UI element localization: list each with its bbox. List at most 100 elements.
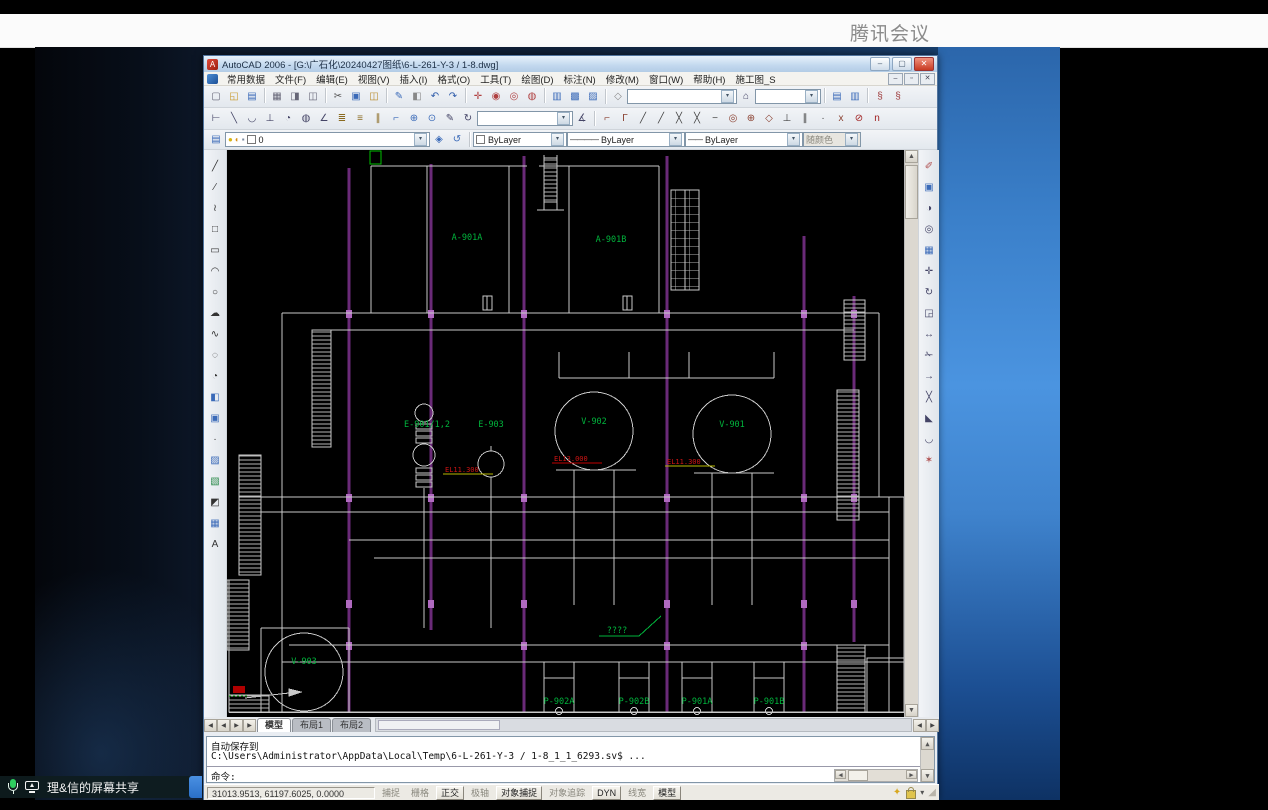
menu-tools[interactable]: 工具(T) [475, 72, 516, 86]
title-bar[interactable]: A AutoCAD 2006 - [G:\广石化\20240427图纸\6-L-… [204, 56, 937, 72]
snap-intersection-button[interactable]: ╳ [670, 110, 688, 128]
ellipse-button[interactable]: ◌ [205, 345, 225, 366]
arc-button[interactable]: ◠ [205, 261, 225, 282]
menu-window[interactable]: 窗口(W) [644, 72, 688, 86]
command-horizontal-scrollbar[interactable]: ◀ ▶ [834, 769, 918, 782]
stretch-button[interactable]: ↔ [919, 324, 939, 345]
markup-set-manager-button[interactable]: § [871, 88, 889, 106]
scrollbar-thumb[interactable] [848, 770, 868, 781]
mirror-button[interactable]: ◑ [919, 198, 939, 219]
explode-button[interactable]: ✶ [919, 450, 939, 471]
tolerance-button[interactable]: ⊕ [405, 110, 423, 128]
snap-extension-button[interactable]: − [706, 110, 724, 128]
dim-baseline-button[interactable]: ≡ [351, 110, 369, 128]
scroll-down-icon[interactable]: ▼ [921, 769, 934, 782]
match-properties-button[interactable]: ✎ [390, 88, 408, 106]
menu-construction-drawing[interactable]: 施工图_S [730, 72, 780, 86]
snap-tangent-button[interactable]: ◇ [760, 110, 778, 128]
scroll-up-icon[interactable]: ▲ [921, 737, 934, 750]
tool-palettes-button[interactable]: ▨ [584, 88, 602, 106]
array-button[interactable]: ▦ [919, 240, 939, 261]
scale-button[interactable]: ◲ [919, 303, 939, 324]
menu-draw[interactable]: 绘图(D) [516, 72, 558, 86]
cut-button[interactable]: ✂ [329, 88, 347, 106]
polyline-button[interactable]: ≀ [205, 198, 225, 219]
properties-button[interactable]: ▥ [548, 88, 566, 106]
trim-button[interactable]: ✁ [919, 345, 939, 366]
dim-radius-button[interactable]: ◔ [279, 110, 297, 128]
zoom-window-button[interactable]: ◎ [505, 88, 523, 106]
dim-style-manager-button[interactable]: ∡ [573, 110, 591, 128]
snap-perpendicular-button[interactable]: ⊥ [778, 110, 796, 128]
menu-format[interactable]: 格式(O) [432, 72, 475, 86]
make-block-button[interactable]: ▣ [205, 408, 225, 429]
quick-dimension-button[interactable]: ≣ [333, 110, 351, 128]
toggle-polar[interactable]: 极轴 [467, 787, 493, 799]
toggle-otrack[interactable]: 对象追踪 [545, 787, 589, 799]
layer-states-button[interactable]: ▤ [828, 88, 846, 106]
spline-button[interactable]: ∿ [205, 324, 225, 345]
redo-button[interactable]: ↷ [444, 88, 462, 106]
snap-none-button[interactable]: ⊘ [850, 110, 868, 128]
open-button[interactable]: ◱ [225, 88, 243, 106]
circle-button[interactable]: ○ [205, 282, 225, 303]
dim-diameter-button[interactable]: ◍ [297, 110, 315, 128]
dim-continue-button[interactable]: ∥ [369, 110, 387, 128]
mdi-minimize-button[interactable]: – [888, 73, 903, 85]
scroll-up-icon[interactable]: ▲ [905, 150, 918, 163]
toggle-lineweight[interactable]: 线宽 [624, 787, 650, 799]
offset-button[interactable]: ◎ [919, 219, 939, 240]
pan-button[interactable]: ✛ [469, 88, 487, 106]
revision-cloud-button[interactable]: ☁ [205, 303, 225, 324]
osnap-settings-button[interactable]: n [868, 110, 886, 128]
extend-button[interactable]: → [919, 366, 939, 387]
menu-common-data[interactable]: 常用数据 [222, 72, 270, 86]
snap-center-button[interactable]: ◎ [724, 110, 742, 128]
toggle-ortho[interactable]: 正交 [436, 786, 464, 800]
new-button[interactable]: ▢ [207, 88, 225, 106]
dim-edit-button[interactable]: ✎ [441, 110, 459, 128]
status-menu-arrow-icon[interactable]: ▾ [920, 788, 924, 797]
snap-nearest-button[interactable]: x [832, 110, 850, 128]
region-button[interactable]: ◩ [205, 492, 225, 513]
scroll-left-icon[interactable]: ◀ [835, 770, 846, 779]
dim-ordinate-button[interactable]: ⊥ [261, 110, 279, 128]
construction-line-button[interactable]: ∕ [205, 177, 225, 198]
toggle-snap[interactable]: 捕捉 [378, 787, 404, 799]
toggle-dyn[interactable]: DYN [592, 786, 621, 800]
fillet-button[interactable]: ◡ [919, 429, 939, 450]
plot-preview-button[interactable]: ◨ [286, 88, 304, 106]
scroll-right-icon[interactable]: ▶ [906, 770, 917, 779]
layer-previous-button[interactable]: ↺ [448, 131, 466, 149]
menu-edit[interactable]: 编辑(E) [311, 72, 353, 86]
dim-angular-button[interactable]: ∠ [315, 110, 333, 128]
tab-next-icon[interactable]: ▶ [230, 719, 243, 732]
resize-grip[interactable]: ◢ [928, 787, 936, 798]
drawing-canvas[interactable]: A-901A A-901B E-901/1,2 E-903 V-902 V-90… [227, 150, 904, 717]
ellipse-arc-button[interactable]: ◔ [205, 366, 225, 387]
multiline-text-button[interactable]: A [205, 534, 225, 555]
linetype-combo[interactable]: ———— ByLayer ▾ [567, 132, 685, 147]
gradient-button[interactable]: ▧ [205, 471, 225, 492]
tab-last-icon[interactable]: ▶ [243, 719, 256, 732]
layer-combo[interactable]: ● ◐ ▪ 0 ▾ [225, 132, 430, 147]
snap-quadrant-button[interactable]: ⊕ [742, 110, 760, 128]
workspace-lock-button[interactable]: ◇ [609, 88, 627, 106]
workspace-combo[interactable]: ▾ [627, 89, 737, 104]
save-button[interactable]: ▤ [243, 88, 261, 106]
temporary-track-point-button[interactable]: ⌐ [598, 110, 616, 128]
rectangle-button[interactable]: ▭ [205, 240, 225, 261]
hscroll-left-icon[interactable]: ◀ [913, 719, 926, 732]
snap-endpoint-button[interactable]: ╱ [634, 110, 652, 128]
menu-dimension[interactable]: 标注(N) [559, 72, 601, 86]
command-vertical-scrollbar[interactable]: ▲ ▼ [920, 737, 934, 782]
command-window[interactable]: 自动保存到 C:\Users\Administrator\AppData\Loc… [206, 736, 935, 783]
scrollbar-thumb[interactable] [378, 720, 500, 730]
close-button[interactable]: ✕ [914, 57, 934, 71]
polygon-button[interactable]: □ [205, 219, 225, 240]
dim-linear-button[interactable]: ⊢ [207, 110, 225, 128]
zoom-previous-button[interactable]: ◍ [523, 88, 541, 106]
drawing-horizontal-scrollbar[interactable] [375, 718, 912, 732]
make-object-layer-current-button[interactable]: ◈ [430, 131, 448, 149]
etransmit-button[interactable]: § [889, 88, 907, 106]
